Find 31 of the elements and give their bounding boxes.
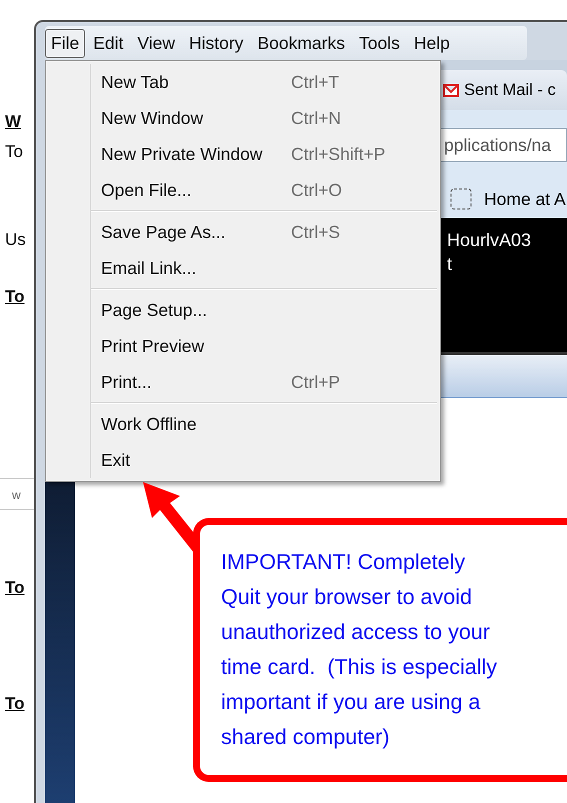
menu-item[interactable]: Edit: [87, 28, 130, 58]
page-link[interactable]: To: [5, 692, 25, 716]
menu-item[interactable]: Help: [408, 28, 456, 58]
shortcut-text: Ctrl+N: [291, 108, 342, 128]
shortcut-text: Ctrl+Shift+P: [291, 144, 386, 164]
page-link[interactable]: To: [5, 576, 25, 600]
input-field[interactable]: w: [0, 478, 34, 510]
menu-item[interactable]: History: [182, 28, 250, 58]
shortcut-text: Ctrl+P: [291, 372, 342, 392]
warning-text: IMPORTANT! Completely Quit your browser to avoid unauthorized access to your time card. (This is especially important if you are using a shared computer): [221, 549, 498, 751]
bookmark-link[interactable]: Home at A: [484, 188, 566, 210]
page-link[interactable]: To: [5, 285, 25, 309]
tab-title: Sent Mail - c: [464, 80, 556, 100]
menu-item[interactable]: Exit: [46, 442, 437, 478]
menu-item[interactable]: File: [45, 28, 86, 58]
page-text: Us: [5, 229, 26, 251]
menu-item[interactable]: View: [131, 28, 181, 58]
menu-item[interactable]: Email Link...: [46, 250, 437, 286]
page-link[interactable]: W: [5, 110, 22, 134]
page-text: To: [5, 141, 23, 163]
shortcut-text: Ctrl+T: [291, 72, 340, 92]
shortcut-text: Ctrl+S: [291, 222, 342, 242]
menu-item[interactable]: Tools: [352, 28, 406, 58]
menu-item[interactable]: Page Setup...: [46, 292, 437, 328]
menu-item[interactable]: Bookmarks: [251, 28, 351, 58]
shortcut-text: Ctrl+O: [291, 180, 344, 200]
menu-item[interactable]: Print... Ctrl+P: [46, 364, 437, 400]
page-icon: [450, 188, 472, 210]
menu-item[interactable]: Open File... Ctrl+O: [46, 172, 437, 208]
envelope-icon: [443, 84, 459, 96]
menu-item[interactable]: Work Offline: [46, 406, 437, 442]
